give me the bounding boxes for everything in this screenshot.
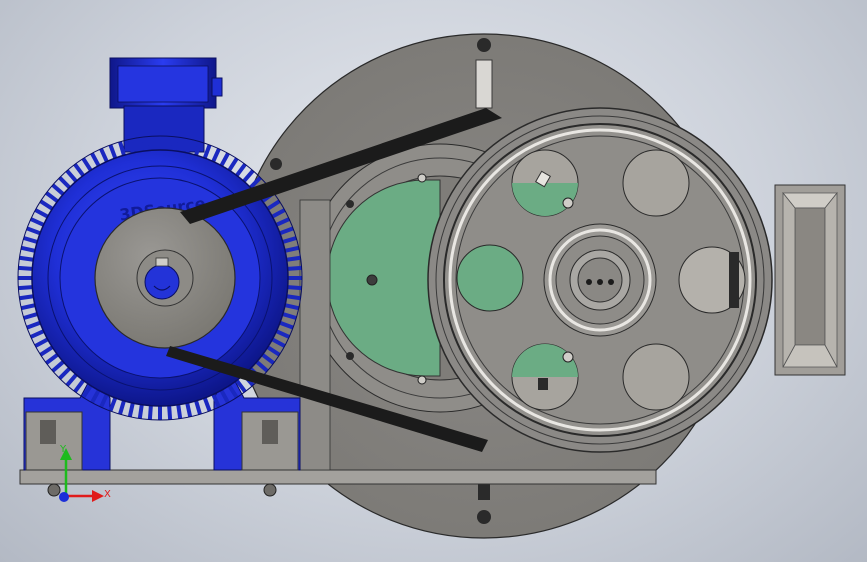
- cooling-fin: [39, 345, 54, 357]
- cooling-fin: [287, 285, 302, 291]
- cooling-fin: [118, 400, 126, 415]
- cooling-fin: [23, 236, 38, 244]
- cooling-fin: [99, 148, 109, 163]
- cooling-fin: [45, 191, 59, 203]
- cooling-fin: [108, 397, 118, 412]
- cooling-fin: [108, 144, 118, 159]
- cooling-fin: [20, 245, 36, 253]
- cooling-fin: [194, 400, 202, 415]
- cooling-fin: [19, 294, 34, 301]
- cooling-fin: [211, 148, 221, 163]
- cooling-fin: [202, 144, 212, 159]
- cooling-fin: [39, 199, 54, 211]
- cooling-fin: [26, 226, 41, 236]
- cooling-fin: [45, 353, 59, 365]
- cooling-fin: [58, 176, 71, 189]
- cooling-fin: [176, 404, 183, 419]
- cooling-fin: [287, 265, 302, 271]
- cooling-fin: [242, 169, 255, 183]
- cooling-fin: [118, 141, 126, 156]
- cooling-fin: [73, 163, 85, 177]
- cooling-fin: [30, 217, 45, 227]
- cooling-fin: [58, 367, 71, 380]
- cooling-fin: [90, 152, 101, 167]
- assembly-model[interactable]: 3DSource: [0, 0, 867, 562]
- cooling-fin: [137, 137, 144, 152]
- cooling-fin: [65, 373, 78, 387]
- drive-pulley[interactable]: [94, 207, 236, 349]
- cooling-fin: [137, 404, 144, 419]
- cooling-fin: [147, 405, 153, 420]
- cooling-fin: [23, 312, 38, 320]
- cad-viewport[interactable]: 3DSource: [0, 0, 867, 562]
- cooling-fin: [147, 136, 153, 151]
- cooling-fin: [51, 183, 65, 196]
- cooling-fin: [30, 329, 45, 339]
- cooling-fin: [65, 169, 78, 183]
- cooling-fin: [167, 405, 173, 420]
- cooling-fin: [18, 285, 33, 291]
- cooling-fin: [219, 152, 230, 167]
- cooling-fin: [18, 265, 33, 271]
- cooling-fin: [127, 402, 135, 418]
- cooling-fin: [81, 157, 93, 172]
- cooling-fin: [286, 255, 301, 262]
- cooling-fin: [26, 320, 41, 330]
- cooling-fin: [227, 157, 239, 172]
- cooling-fin: [34, 337, 49, 348]
- cooling-fin: [167, 136, 173, 151]
- hopper[interactable]: [774, 184, 846, 376]
- cooling-fin: [19, 255, 34, 262]
- cooling-fin: [235, 163, 247, 177]
- cooling-fin: [51, 360, 65, 373]
- y-axis-label: Y: [59, 444, 67, 455]
- cooling-fin: [176, 137, 183, 152]
- cooling-fin: [202, 397, 212, 412]
- cooling-fin: [185, 402, 193, 418]
- cooling-fin: [20, 303, 36, 311]
- cooling-fin: [73, 379, 85, 393]
- x-axis-label: X: [104, 489, 111, 500]
- cooling-fin: [34, 208, 49, 219]
- cooling-fin: [286, 294, 301, 301]
- large-flywheel-pulley[interactable]: [427, 107, 773, 453]
